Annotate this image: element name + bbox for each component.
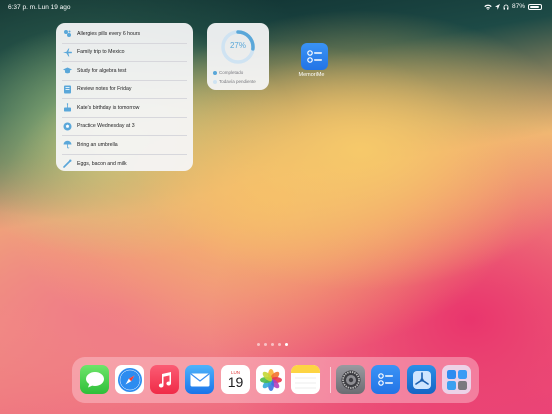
reminder-label: Allergies pills every 6 hours — [77, 30, 141, 37]
reminder-label: Eggs, bacon and milk — [77, 160, 127, 167]
reminder-item[interactable]: Study for algebra test — [62, 62, 187, 81]
headphones-icon — [503, 4, 509, 10]
status-indicators: 87% — [484, 3, 542, 10]
location-icon — [494, 3, 500, 10]
reminder-item[interactable]: Bring an umbrella — [62, 136, 187, 155]
reminders-widget[interactable]: Allergies pills every 6 hours Family trip… — [56, 23, 193, 171]
reminder-label: Bring an umbrella — [77, 141, 118, 148]
reminder-label: Kate's birthday is tomorrow — [77, 104, 140, 111]
dock-separator — [330, 367, 331, 393]
reminder-item[interactable]: Review notes for Friday — [62, 81, 187, 99]
legend-completed-label: Completado — [219, 70, 244, 75]
page-dot[interactable] — [278, 343, 281, 346]
memorime-app[interactable]: MemoriMe — [299, 43, 328, 78]
wifi-icon — [484, 4, 492, 10]
checklist-icon — [301, 43, 328, 70]
battery-percent: 87% — [511, 3, 525, 10]
page-dot[interactable] — [285, 343, 288, 346]
messages-icon[interactable] — [80, 365, 109, 394]
legend-completed: Completado — [213, 70, 243, 75]
reminder-label: Review notes for Friday — [77, 86, 132, 93]
status-date: Lun 19 ago — [38, 4, 71, 11]
battery-icon — [528, 3, 542, 10]
status-time: 6:37 p. m. — [8, 4, 37, 11]
reminder-label: Practice Wednesday at 3 — [77, 123, 135, 130]
reminder-label: Study for algebra test — [77, 67, 127, 74]
safari-icon[interactable] — [115, 365, 144, 394]
mail-icon[interactable] — [185, 365, 214, 394]
page-dot[interactable] — [264, 343, 267, 346]
checklist-icon[interactable] — [371, 365, 400, 394]
reminder-item[interactable]: Allergies pills every 6 hours — [62, 25, 187, 44]
page-dot[interactable] — [257, 343, 260, 346]
reminder-label: Family trip to Mexico — [77, 49, 125, 56]
reminder-item[interactable]: Kate's birthday is tomorrow — [62, 99, 187, 118]
xcode-icon[interactable] — [407, 365, 436, 394]
settings-icon[interactable] — [336, 365, 365, 394]
notes-icon[interactable] — [291, 365, 320, 394]
battery-level — [530, 5, 539, 8]
legend-completed-dot — [213, 70, 217, 75]
legend-pending-label: Todavía pendiente — [219, 79, 256, 84]
shopping-icon — [62, 159, 72, 169]
graduation-cap-icon — [62, 66, 72, 76]
page-indicator[interactable] — [257, 343, 288, 346]
cake-icon — [62, 103, 72, 113]
progress-widget[interactable]: 27% Completado Todavía pendiente — [207, 23, 269, 90]
photos-icon[interactable] — [256, 365, 285, 394]
calendar-date: 19 — [227, 374, 244, 390]
notebook-icon — [62, 84, 72, 94]
page-dot[interactable] — [271, 343, 274, 346]
reminder-item[interactable]: Practice Wednesday at 3 — [62, 118, 187, 136]
app-library-icon[interactable] — [442, 365, 471, 394]
dock: LUN 19 — [72, 357, 479, 403]
music-icon[interactable] — [150, 365, 179, 394]
legend-pending-dot — [213, 79, 217, 84]
pills-icon — [62, 29, 72, 39]
reminder-item[interactable]: Family trip to Mexico — [62, 44, 187, 62]
status-bar: 6:37 p. m. Lun 19 ago 87% — [0, 0, 552, 14]
memorime-label: MemoriMe — [298, 72, 325, 78]
reminder-item[interactable]: Eggs, bacon and milk — [62, 155, 187, 174]
progress-percent: 27% — [229, 41, 246, 50]
soccer-ball-icon — [62, 121, 72, 131]
legend-pending: Todavía pendiente — [213, 79, 256, 84]
umbrella-icon — [62, 140, 72, 150]
calendar-icon[interactable]: LUN 19 — [221, 365, 250, 394]
airplane-icon — [62, 47, 72, 57]
